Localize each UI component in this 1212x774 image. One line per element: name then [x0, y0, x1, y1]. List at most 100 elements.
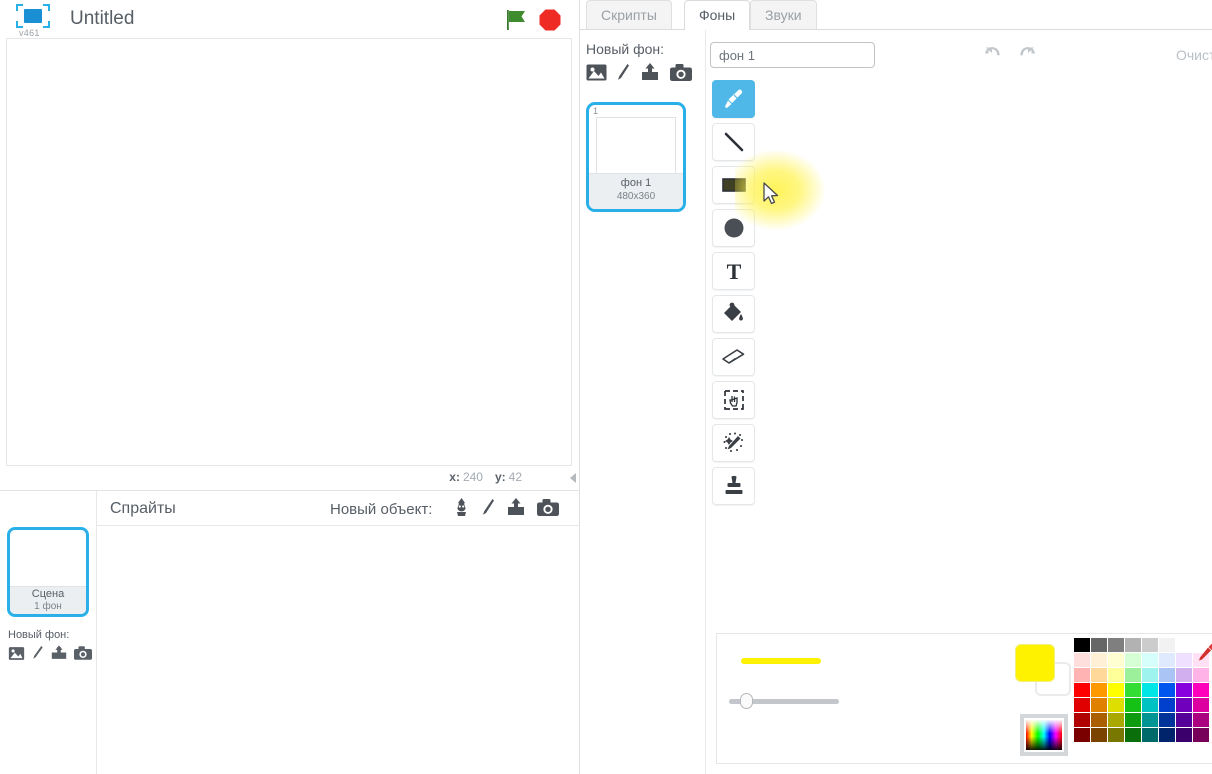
palette-swatch-0-0[interactable]	[1074, 638, 1090, 652]
backdrop-new-icon-group	[586, 63, 692, 82]
palette-swatch-6-0[interactable]	[1074, 728, 1090, 742]
palette-swatch-6-6[interactable]	[1176, 728, 1192, 742]
fill-tool[interactable]	[712, 295, 755, 333]
palette-swatch-2-6[interactable]	[1176, 668, 1192, 682]
palette-swatch-5-3[interactable]	[1125, 713, 1141, 727]
palette-swatch-4-2[interactable]	[1108, 698, 1124, 712]
palette-swatch-3-6[interactable]	[1176, 683, 1192, 697]
palette-swatch-5-7[interactable]	[1193, 713, 1209, 727]
backdrop-thumb-size: 480x360	[616, 191, 656, 202]
palette-swatch-3-3[interactable]	[1125, 683, 1141, 697]
palette-swatch-0-4[interactable]	[1142, 638, 1158, 652]
select-tool[interactable]	[712, 381, 755, 419]
palette-swatch-0-5[interactable]	[1159, 638, 1175, 652]
backdrop-library-icon[interactable]	[586, 64, 607, 81]
tab-sounds[interactable]: Звуки	[750, 0, 817, 30]
backdrop-thumbnail-item[interactable]: 1 фон 1 480x360	[586, 102, 686, 212]
palette-swatch-6-5[interactable]	[1159, 728, 1175, 742]
palette-swatch-5-4[interactable]	[1142, 713, 1158, 727]
paint-new-sprite-icon[interactable]	[481, 498, 495, 517]
clear-button[interactable]: Очистить	[1176, 47, 1212, 63]
stage-column: v461 Untitled x: 240 y: 42 Сцена 1 фон Н…	[0, 0, 579, 774]
palette-swatch-1-2[interactable]	[1108, 653, 1124, 667]
palette-swatch-6-3[interactable]	[1125, 728, 1141, 742]
palette-swatch-4-7[interactable]	[1193, 698, 1209, 712]
eraser-tool[interactable]	[712, 338, 755, 376]
editor-column: Скрипты Фоны Звуки Новый фон: 1 фон 1 48…	[579, 0, 1212, 774]
eyedropper-icon[interactable]	[1195, 640, 1212, 664]
palette-swatch-2-2[interactable]	[1108, 668, 1124, 682]
foreground-color-swatch[interactable]	[1015, 644, 1055, 682]
palette-swatch-5-2[interactable]	[1108, 713, 1124, 727]
sprite-pane: Сцена 1 фон Новый фон: Спрайты Новый объ…	[0, 490, 579, 774]
palette-swatch-5-0[interactable]	[1074, 713, 1090, 727]
undo-arrow-icon[interactable]	[981, 42, 1005, 66]
palette-swatch-4-4[interactable]	[1142, 698, 1158, 712]
palette-swatch-4-3[interactable]	[1125, 698, 1141, 712]
text-tool[interactable]: T	[712, 252, 755, 290]
paint-new-backdrop-icon[interactable]	[31, 645, 44, 661]
tab-backdrops[interactable]: Фоны	[684, 0, 751, 30]
palette-swatch-5-5[interactable]	[1159, 713, 1175, 727]
palette-swatch-4-6[interactable]	[1176, 698, 1192, 712]
palette-swatch-6-2[interactable]	[1108, 728, 1124, 742]
new-sprite-library-icon[interactable]	[452, 497, 471, 517]
palette-swatch-2-3[interactable]	[1125, 668, 1141, 682]
palette-swatch-1-6[interactable]	[1176, 653, 1192, 667]
stage-thumbnail[interactable]: Сцена 1 фон	[7, 527, 89, 617]
green-flag-icon[interactable]	[503, 8, 529, 32]
stage-canvas[interactable]	[6, 38, 572, 466]
magic-wand-tool[interactable]	[712, 424, 755, 462]
upload-sprite-icon[interactable]	[505, 497, 527, 517]
camera-backdrop-icon[interactable]	[670, 64, 692, 81]
stop-sign-icon[interactable]	[538, 8, 562, 32]
palette-swatch-2-1[interactable]	[1091, 668, 1107, 682]
palette-swatch-5-6[interactable]	[1176, 713, 1192, 727]
palette-swatch-2-0[interactable]	[1074, 668, 1090, 682]
palette-swatch-3-7[interactable]	[1193, 683, 1209, 697]
upload-backdrop-icon[interactable]	[50, 645, 68, 661]
camera-backdrop-icon[interactable]	[74, 646, 92, 660]
palette-swatch-0-3[interactable]	[1125, 638, 1141, 652]
paint-new-backdrop-icon[interactable]	[616, 63, 630, 82]
logo-bracket-frame	[16, 4, 50, 28]
palette-swatch-6-7[interactable]	[1193, 728, 1209, 742]
palette-swatch-4-5[interactable]	[1159, 698, 1175, 712]
palette-swatch-6-1[interactable]	[1091, 728, 1107, 742]
palette-swatch-0-2[interactable]	[1108, 638, 1124, 652]
palette-swatch-4-1[interactable]	[1091, 698, 1107, 712]
redo-arrow-icon[interactable]	[1015, 42, 1039, 66]
palette-swatch-3-4[interactable]	[1142, 683, 1158, 697]
palette-swatch-2-4[interactable]	[1142, 668, 1158, 682]
upload-backdrop-icon[interactable]	[639, 63, 661, 82]
palette-swatch-1-4[interactable]	[1142, 653, 1158, 667]
rectangle-tool[interactable]	[712, 166, 755, 204]
palette-swatch-3-0[interactable]	[1074, 683, 1090, 697]
palette-swatch-6-4[interactable]	[1142, 728, 1158, 742]
slider-knob[interactable]	[739, 693, 753, 709]
palette-swatch-5-1[interactable]	[1091, 713, 1107, 727]
palette-swatch-3-5[interactable]	[1159, 683, 1175, 697]
color-spectrum-picker[interactable]	[1020, 714, 1068, 756]
palette-swatch-0-6[interactable]	[1176, 638, 1192, 652]
palette-swatch-1-1[interactable]	[1091, 653, 1107, 667]
palette-swatch-1-5[interactable]	[1159, 653, 1175, 667]
tab-scripts[interactable]: Скрипты	[586, 0, 672, 30]
palette-swatch-1-3[interactable]	[1125, 653, 1141, 667]
palette-swatch-0-1[interactable]	[1091, 638, 1107, 652]
palette-swatch-3-1[interactable]	[1091, 683, 1107, 697]
camera-sprite-icon[interactable]	[537, 498, 559, 516]
brush-size-slider[interactable]	[729, 692, 839, 710]
palette-swatch-3-2[interactable]	[1108, 683, 1124, 697]
brush-tool[interactable]	[712, 80, 755, 118]
ellipse-tool[interactable]	[712, 209, 755, 247]
line-tool[interactable]	[712, 123, 755, 161]
backdrop-name-input[interactable]	[710, 42, 875, 68]
backdrop-library-icon[interactable]	[8, 646, 25, 661]
stamp-tool[interactable]	[712, 467, 755, 505]
palette-swatch-2-5[interactable]	[1159, 668, 1175, 682]
palette-swatch-2-7[interactable]	[1193, 668, 1209, 682]
scratch-editor-window: v461 Untitled x: 240 y: 42 Сцена 1 фон Н…	[0, 0, 1212, 774]
palette-swatch-1-0[interactable]	[1074, 653, 1090, 667]
palette-swatch-4-0[interactable]	[1074, 698, 1090, 712]
